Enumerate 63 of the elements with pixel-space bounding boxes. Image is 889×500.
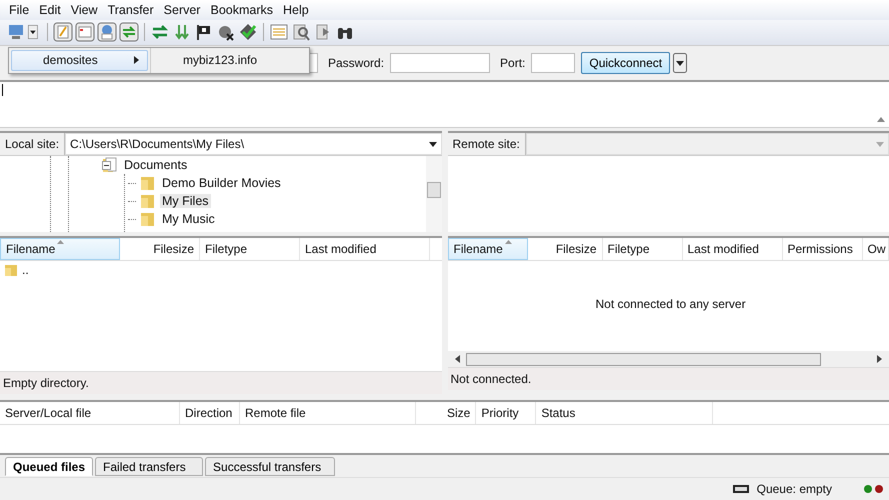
scrollbar[interactable] xyxy=(426,156,442,232)
queue-status: Queue: empty xyxy=(756,482,832,496)
column-header[interactable]: Filesize xyxy=(120,238,200,260)
menu-item[interactable]: demosites xyxy=(11,50,148,71)
file-name[interactable]: .. xyxy=(22,263,29,278)
menu-item[interactable]: Edit xyxy=(34,2,66,17)
list-icon[interactable] xyxy=(269,22,289,42)
password-field[interactable] xyxy=(390,52,490,73)
column-header[interactable]: Filetype xyxy=(200,238,300,260)
column-header[interactable]: Filetype xyxy=(602,238,682,260)
folder-icon xyxy=(4,263,18,278)
tab[interactable]: Queued files xyxy=(5,457,94,476)
scroll-left-icon[interactable] xyxy=(454,355,460,364)
menu-item[interactable]: Bookmarks xyxy=(205,2,278,17)
menu-item[interactable]: File xyxy=(4,2,34,17)
folder-icon xyxy=(140,193,156,210)
scrollbar[interactable] xyxy=(448,351,889,368)
menu-item[interactable]: Transfer xyxy=(102,2,159,17)
tree-item[interactable]: Documents xyxy=(122,158,190,172)
column-header[interactable]: Priority xyxy=(476,402,536,424)
status-text: Empty directory. xyxy=(0,371,442,394)
sort-arrow-icon xyxy=(57,240,64,244)
column-header[interactable]: Filename xyxy=(0,238,120,260)
menu-item[interactable]: Help xyxy=(278,2,314,17)
tree-item[interactable]: My Files xyxy=(160,194,211,208)
document-icon[interactable] xyxy=(53,22,73,42)
column-header[interactable]: Server/Local file xyxy=(0,402,180,424)
column-header[interactable]: Ow xyxy=(862,238,889,260)
status-text: Not connected. xyxy=(448,367,889,390)
column-header[interactable]: Direction xyxy=(180,402,240,424)
tree-item[interactable]: Demo Builder Movies xyxy=(160,176,283,190)
menu-item[interactable]: mybiz123.info xyxy=(177,50,264,71)
panel-icon[interactable] xyxy=(75,22,95,42)
column-header[interactable]: Status xyxy=(536,402,713,424)
scroll-right-icon[interactable] xyxy=(877,355,883,364)
search-icon[interactable] xyxy=(291,22,311,42)
dropdown-arrow-icon[interactable] xyxy=(428,142,436,147)
tab[interactable]: Failed transfers xyxy=(95,457,204,476)
sort-arrow-icon xyxy=(504,240,512,244)
password-label: Password: xyxy=(328,56,384,70)
port-label: Port: xyxy=(500,56,526,70)
tree-item[interactable]: My Music xyxy=(160,212,217,226)
dropdown-button[interactable] xyxy=(673,52,688,73)
column-header[interactable]: Permissions xyxy=(782,238,862,260)
checkmark-icon[interactable] xyxy=(238,22,258,42)
column-header[interactable]: Filesize xyxy=(528,238,602,260)
folder-icon xyxy=(140,175,156,192)
column-header[interactable]: Last modified xyxy=(300,238,430,260)
collapse-icon[interactable] xyxy=(102,160,111,170)
tab[interactable]: Successful transfers xyxy=(205,457,336,476)
arrows-icon[interactable] xyxy=(119,22,139,42)
port-field[interactable] xyxy=(531,52,576,73)
column-header[interactable]: Remote file xyxy=(240,402,416,424)
scroll-up-icon[interactable] xyxy=(877,116,885,122)
local-path-field[interactable]: C:\Users\R\Documents\My Files\ xyxy=(65,133,442,156)
column-header[interactable]: Last modified xyxy=(682,238,782,260)
folder-icon xyxy=(140,211,156,228)
menu-item[interactable]: Server xyxy=(158,2,206,17)
column-header[interactable]: Filename xyxy=(448,238,528,260)
menu-item[interactable]: View xyxy=(66,2,103,17)
column-header[interactable]: Size xyxy=(416,402,476,424)
empty-message: Not connected to any server xyxy=(596,297,746,312)
quickconnect-button[interactable]: Quickconnect xyxy=(581,52,670,74)
